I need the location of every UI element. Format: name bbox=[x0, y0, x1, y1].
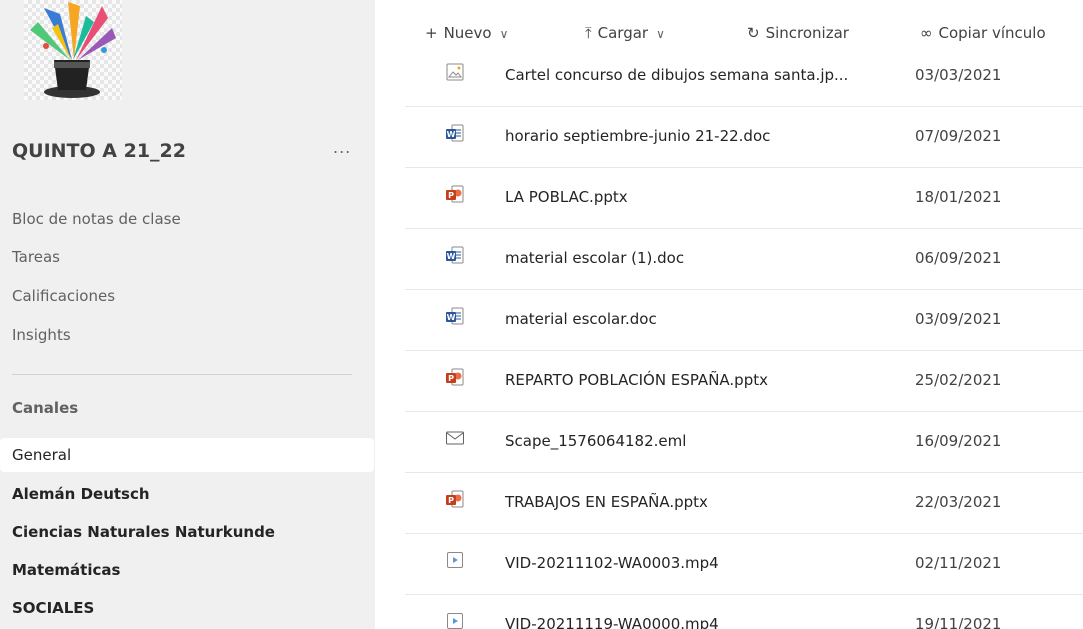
file-row[interactable]: VID-20211102-WA0003.mp4 02/11/2021 bbox=[405, 534, 1083, 595]
powerpoint-file-icon: P bbox=[446, 185, 464, 203]
file-modified-date: 03/09/2021 bbox=[915, 310, 1002, 328]
image-file-icon bbox=[446, 63, 464, 81]
word-file-icon: W bbox=[446, 246, 464, 264]
upload-label: Cargar bbox=[597, 24, 649, 42]
file-name: material escolar (1).doc bbox=[505, 249, 685, 267]
file-modified-date: 22/03/2021 bbox=[915, 493, 1002, 511]
file-modified-date: 16/09/2021 bbox=[915, 432, 1002, 450]
sync-button[interactable]: ↻ Sincronizar bbox=[747, 24, 849, 42]
channel-aleman[interactable]: Alemán Deutsch bbox=[0, 477, 375, 511]
sync-label: Sincronizar bbox=[765, 24, 849, 42]
file-modified-date: 02/11/2021 bbox=[915, 554, 1002, 572]
file-row[interactable]: Cartel concurso de dibujos semana santa.… bbox=[405, 46, 1083, 107]
file-row[interactable]: VID-20211119-WA0000.mp4 19/11/2021 bbox=[405, 595, 1083, 629]
svg-text:P: P bbox=[448, 374, 454, 383]
file-modified-date: 19/11/2021 bbox=[915, 615, 1002, 629]
team-logo bbox=[24, 0, 122, 100]
svg-text:P: P bbox=[448, 191, 454, 200]
file-name: Scape_1576064182.eml bbox=[505, 432, 687, 450]
svg-text:W: W bbox=[447, 252, 456, 261]
copy-link-label: Copiar vínculo bbox=[938, 24, 1046, 42]
word-file-icon: W bbox=[446, 124, 464, 142]
file-row[interactable]: P TRABAJOS EN ESPAÑA.pptx 22/03/2021 bbox=[405, 473, 1083, 534]
file-name: Cartel concurso de dibujos semana santa.… bbox=[505, 66, 849, 84]
video-file-icon bbox=[447, 552, 463, 568]
channel-general[interactable]: General bbox=[0, 438, 374, 472]
upload-icon: ⤒ bbox=[585, 24, 592, 42]
new-label: Nuevo bbox=[443, 24, 492, 42]
chevron-down-icon: ∨ bbox=[656, 27, 665, 41]
nav-grades[interactable]: Calificaciones bbox=[12, 287, 115, 305]
link-icon: ∞ bbox=[920, 24, 933, 42]
powerpoint-file-icon: P bbox=[446, 490, 464, 508]
powerpoint-file-icon: P bbox=[446, 368, 464, 386]
email-file-icon bbox=[446, 431, 464, 445]
svg-text:P: P bbox=[448, 496, 454, 505]
video-file-icon bbox=[447, 613, 463, 629]
svg-text:W: W bbox=[447, 313, 456, 322]
file-modified-date: 03/03/2021 bbox=[915, 66, 1002, 84]
upload-button[interactable]: ⤒ Cargar ∨ bbox=[585, 24, 665, 42]
svg-text:W: W bbox=[447, 130, 456, 139]
file-name: VID-20211119-WA0000.mp4 bbox=[505, 615, 719, 629]
more-options-icon[interactable]: ... bbox=[333, 138, 351, 157]
file-modified-date: 07/09/2021 bbox=[915, 127, 1002, 145]
file-name: TRABAJOS EN ESPAÑA.pptx bbox=[505, 493, 708, 511]
channel-ciencias[interactable]: Ciencias Naturales Naturkunde bbox=[0, 515, 375, 549]
file-name: LA POBLAC.pptx bbox=[505, 188, 628, 206]
file-name: horario septiembre-junio 21-22.doc bbox=[505, 127, 771, 145]
nav-class-notebook[interactable]: Bloc de notas de clase bbox=[12, 210, 181, 228]
file-modified-date: 25/02/2021 bbox=[915, 371, 1002, 389]
file-modified-date: 06/09/2021 bbox=[915, 249, 1002, 267]
file-row[interactable]: P REPARTO POBLACIÓN ESPAÑA.pptx 25/02/20… bbox=[405, 351, 1083, 412]
file-name: REPARTO POBLACIÓN ESPAÑA.pptx bbox=[505, 371, 768, 389]
sidebar-divider bbox=[12, 374, 352, 375]
chevron-down-icon: ∨ bbox=[499, 27, 509, 41]
file-row[interactable]: P LA POBLAC.pptx 18/01/2021 bbox=[405, 168, 1083, 229]
team-name[interactable]: QUINTO A 21_22 bbox=[12, 140, 186, 162]
file-modified-date: 18/01/2021 bbox=[915, 188, 1002, 206]
channels-heading: Canales bbox=[12, 399, 79, 417]
copy-link-button[interactable]: ∞ Copiar vínculo bbox=[920, 24, 1046, 42]
word-file-icon: W bbox=[446, 307, 464, 325]
file-row[interactable]: W horario septiembre-junio 21-22.doc 07/… bbox=[405, 107, 1083, 168]
new-button[interactable]: + Nuevo ∨ bbox=[425, 24, 508, 42]
file-name: material escolar.doc bbox=[505, 310, 657, 328]
channel-sociales[interactable]: SOCIALES bbox=[0, 591, 375, 625]
file-row[interactable]: Scape_1576064182.eml 16/09/2021 bbox=[405, 412, 1083, 473]
sync-icon: ↻ bbox=[747, 24, 760, 42]
file-row[interactable]: W material escolar (1).doc 06/09/2021 bbox=[405, 229, 1083, 290]
nav-insights[interactable]: Insights bbox=[12, 326, 71, 344]
file-row[interactable]: W material escolar.doc 03/09/2021 bbox=[405, 290, 1083, 351]
file-name: VID-20211102-WA0003.mp4 bbox=[505, 554, 719, 572]
channel-matematicas[interactable]: Matemáticas bbox=[0, 553, 375, 587]
nav-assignments[interactable]: Tareas bbox=[12, 248, 60, 266]
sidebar: QUINTO A 21_22 ... Bloc de notas de clas… bbox=[0, 0, 375, 629]
plus-icon: + bbox=[425, 24, 438, 42]
